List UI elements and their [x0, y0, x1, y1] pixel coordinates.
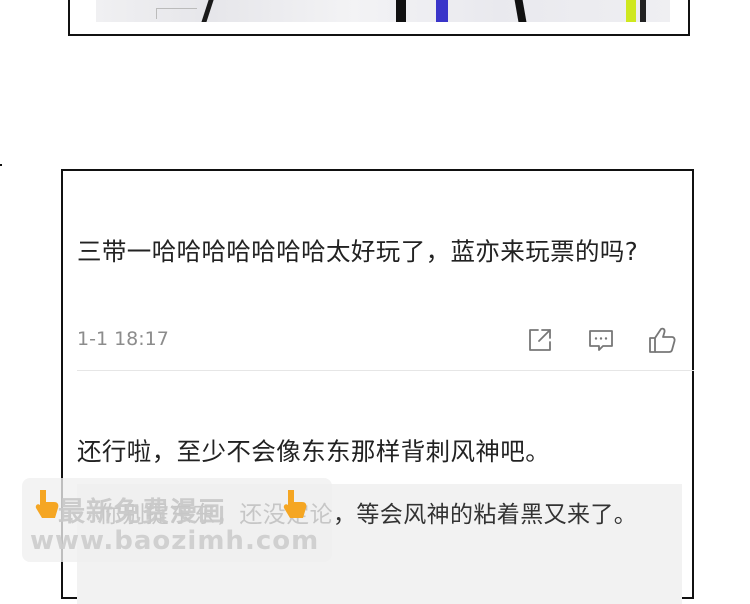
- comic-panel-top: [68, 0, 690, 36]
- comic-artwork: [96, 0, 670, 22]
- watermark-title: 最新免费漫画: [58, 497, 226, 528]
- watermark-url: www.baozimh.com: [30, 526, 320, 556]
- comment-divider: [77, 370, 694, 371]
- stray-mark: [0, 164, 2, 166]
- watermark: 最新免费漫画 www.baozimh.com: [22, 478, 332, 562]
- reply-icon[interactable]: [586, 325, 616, 355]
- comment-text: 三带一哈哈哈哈哈哈哈太好玩了，蓝亦来玩票的吗?: [77, 237, 639, 266]
- comment-text: 还行啦，至少不会像东东那样背刺风神吧。: [77, 437, 551, 466]
- like-icon[interactable]: [647, 325, 677, 355]
- share-icon[interactable]: [525, 325, 555, 355]
- pointing-hand-icon: [283, 490, 307, 518]
- comment-timestamp: 1-1 18:17: [77, 328, 169, 350]
